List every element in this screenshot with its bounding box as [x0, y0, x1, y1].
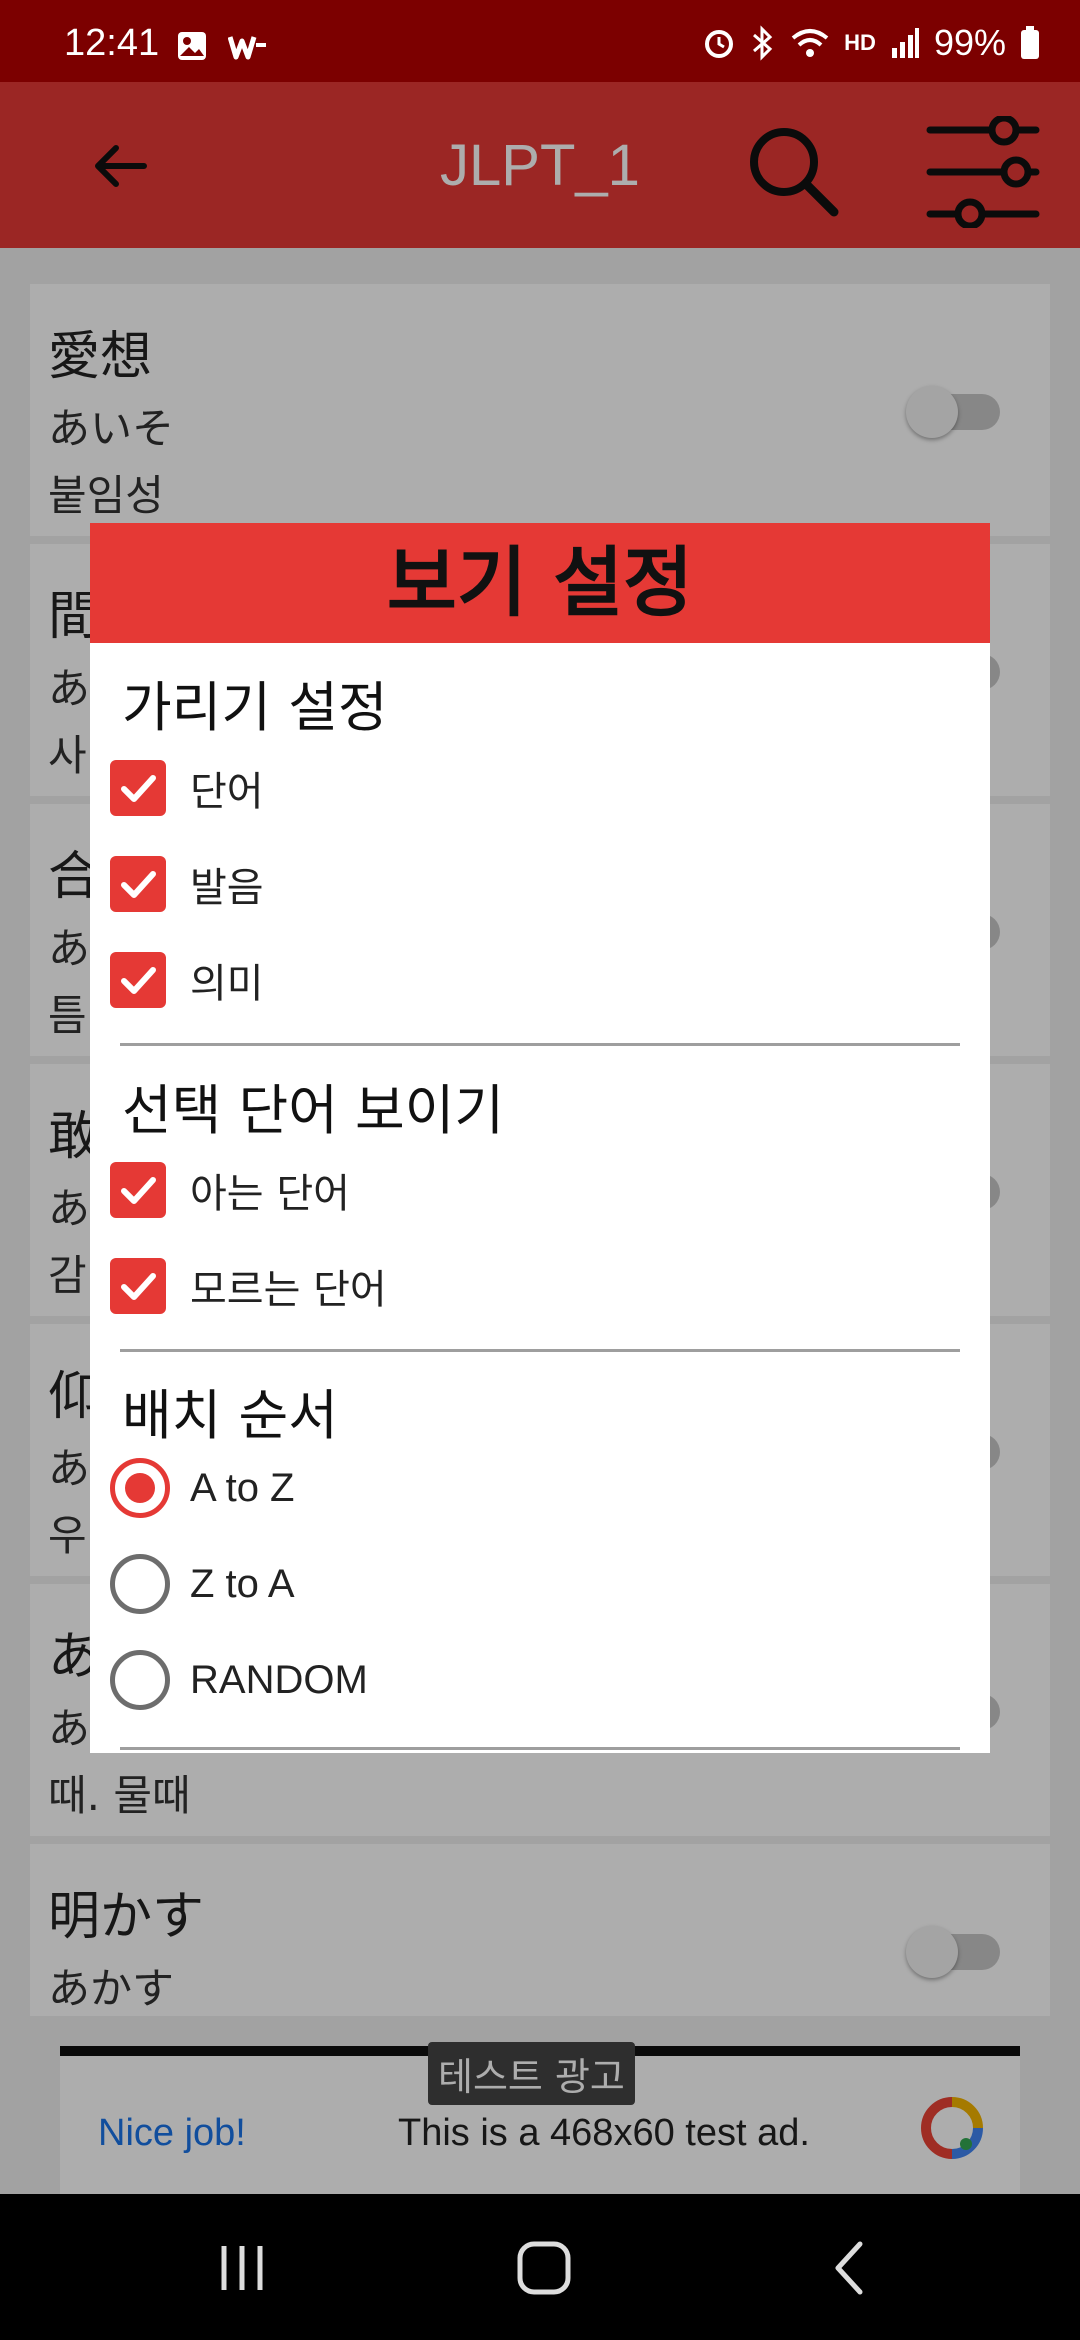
- checkbox-checked-icon[interactable]: [110, 1162, 166, 1218]
- status-bar: 12:41 HD 99%: [0, 0, 1080, 82]
- dialog-header: 보기 설정: [90, 523, 990, 643]
- section-divider: [120, 1747, 960, 1750]
- battery-percent: 99%: [933, 22, 1006, 63]
- option-label: Z to A: [190, 1561, 295, 1606]
- status-right: HD 99%: [702, 22, 1040, 64]
- sort-random-radio[interactable]: RANDOM: [110, 1645, 368, 1715]
- option-label: 단어: [190, 769, 264, 815]
- status-time: 12:41: [64, 22, 160, 64]
- view-settings-dialog: 보기 설정 가리기 설정 단어 발음 의미 선택 단어 보이기 아는 단어 모르…: [90, 523, 990, 1753]
- recents-icon[interactable]: [212, 2238, 272, 2298]
- hide-word-checkbox[interactable]: 단어: [110, 753, 264, 823]
- checkbox-checked-icon[interactable]: [110, 952, 166, 1008]
- radio-selected-icon[interactable]: [110, 1458, 170, 1518]
- option-label: RANDOM: [190, 1657, 368, 1702]
- battery-icon: [1021, 26, 1039, 59]
- sort-order-title: 배치 순서: [122, 1384, 338, 1447]
- hd-voice-label: HD: [844, 30, 876, 55]
- hide-pronunciation-checkbox[interactable]: 발음: [110, 849, 264, 919]
- gallery-icon: [178, 32, 206, 60]
- option-label: 아는 단어: [190, 1171, 350, 1217]
- option-label: 의미: [190, 961, 264, 1007]
- system-nav-bar: [0, 2194, 1080, 2340]
- signal-icon: [891, 28, 919, 58]
- checkbox-checked-icon[interactable]: [110, 1258, 166, 1314]
- wifi-icon: [791, 29, 829, 57]
- show-words-title: 선택 단어 보이기: [122, 1079, 505, 1142]
- section-divider: [120, 1043, 960, 1046]
- known-words-checkbox[interactable]: 아는 단어: [110, 1155, 350, 1225]
- sort-a-to-z-radio[interactable]: A to Z: [110, 1453, 295, 1523]
- checkbox-checked-icon[interactable]: [110, 856, 166, 912]
- option-label: 모르는 단어: [190, 1267, 387, 1313]
- hide-meaning-checkbox[interactable]: 의미: [110, 945, 264, 1015]
- option-label: A to Z: [190, 1465, 295, 1510]
- dialog-title: 보기 설정: [386, 538, 694, 627]
- hide-settings-title: 가리기 설정: [122, 676, 388, 739]
- back-nav-icon[interactable]: [820, 2238, 880, 2298]
- bluetooth-icon: [753, 25, 773, 61]
- sort-z-to-a-radio[interactable]: Z to A: [110, 1549, 295, 1619]
- section-divider: [120, 1349, 960, 1352]
- status-left-icons: [176, 30, 268, 62]
- unknown-words-checkbox[interactable]: 모르는 단어: [110, 1251, 387, 1321]
- checkbox-checked-icon[interactable]: [110, 760, 166, 816]
- alarm-icon: [705, 30, 734, 58]
- option-label: 발음: [190, 865, 264, 911]
- radio-unselected-icon[interactable]: [110, 1554, 170, 1614]
- radio-unselected-icon[interactable]: [110, 1650, 170, 1710]
- home-icon[interactable]: [514, 2238, 574, 2298]
- webtoon-icon: [228, 36, 266, 60]
- screen: 12:41 HD 99% JLPT_1 愛想 あいそ 붙임성 間 あ 사 合 あ…: [0, 0, 1080, 2340]
